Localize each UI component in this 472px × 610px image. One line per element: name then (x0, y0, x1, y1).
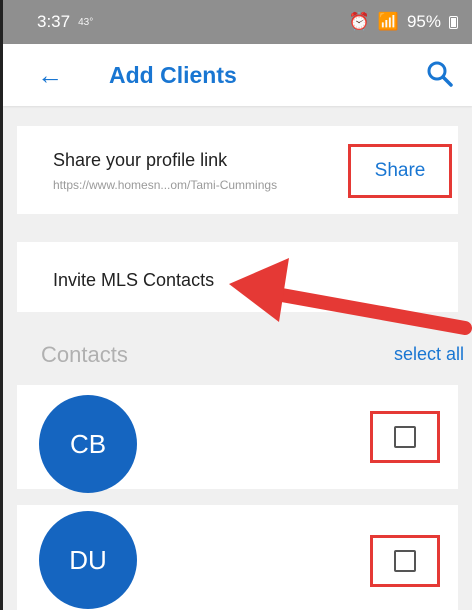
contact-checkbox[interactable] (394, 550, 416, 572)
page-title: Add Clients (109, 61, 237, 88)
wifi-icon: 📶 (377, 12, 399, 31)
share-profile-card: Share your profile link https://www.home… (17, 126, 458, 214)
app-screen: 3:37 43° ⏰ 📶 95% ← Add Clients Share you… (0, 0, 472, 610)
contact-checkbox[interactable] (394, 426, 416, 448)
status-bar: 3:37 43° ⏰ 📶 95% (3, 0, 472, 44)
select-all-link[interactable]: select all (394, 344, 464, 365)
app-bar: ← Add Clients (3, 44, 472, 106)
status-temperature: 43° (78, 16, 94, 28)
invite-mls-contacts-label: Invite MLS Contacts (53, 270, 215, 290)
contact-checkbox-highlight (370, 535, 440, 587)
arrow-left-icon[interactable]: ← (37, 62, 77, 88)
alarm-icon: ⏰ (348, 12, 370, 31)
contact-checkbox-highlight (370, 411, 440, 463)
contact-avatar: CB (39, 395, 137, 493)
status-time: 3:37 (37, 12, 71, 31)
invite-mls-contacts-item[interactable]: Invite MLS Contacts (17, 242, 458, 312)
contacts-section-header: Contacts (41, 342, 128, 367)
search-icon[interactable] (426, 60, 454, 88)
share-profile-title: Share your profile link (53, 150, 228, 170)
battery-icon (449, 15, 458, 29)
contact-avatar: DU (39, 511, 137, 609)
share-button[interactable]: Share (348, 144, 452, 198)
contact-row[interactable]: DU (17, 505, 458, 610)
contact-row[interactable]: CB (17, 385, 458, 493)
battery-percent: 95% (406, 12, 441, 31)
profile-url: https://www.homesn...om/Tami-Cummings (53, 178, 278, 192)
